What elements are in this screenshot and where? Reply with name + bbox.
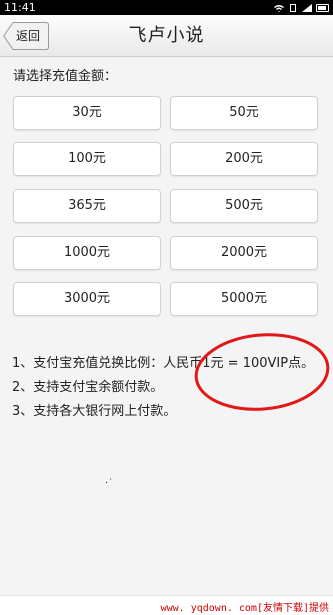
amount-prompt: 请选择充值金额：	[13, 69, 118, 84]
sim-icon	[290, 3, 296, 12]
amount-option-2000[interactable]: 2000元	[170, 236, 318, 270]
status-bar: 11:41	[0, 0, 333, 15]
amount-option-1000[interactable]: 1000元	[13, 236, 161, 270]
battery-icon	[316, 3, 329, 12]
decorative-dots: ·˙	[105, 478, 114, 489]
annotation-circle	[194, 333, 330, 411]
page-title: 飞卢小说	[128, 25, 205, 46]
status-icons	[274, 0, 329, 15]
amount-option-50[interactable]: 50元	[170, 96, 318, 130]
amount-option-3000[interactable]: 3000元	[13, 282, 161, 316]
watermark: www. yqdown. com[友情下载]提供	[160, 603, 329, 614]
wifi-icon	[274, 4, 284, 12]
amount-option-5000[interactable]: 5000元	[170, 282, 318, 316]
amount-option-365[interactable]: 365元	[13, 189, 161, 223]
amount-option-500[interactable]: 500元	[170, 189, 318, 223]
amount-option-30[interactable]: 30元	[13, 96, 161, 130]
signal-icon	[302, 3, 312, 12]
amount-option-200[interactable]: 200元	[170, 142, 318, 176]
amount-option-100[interactable]: 100元	[13, 142, 161, 176]
status-time: 11:41	[4, 1, 36, 14]
title-bar: 返回 飞卢小说	[0, 15, 333, 57]
footer: www. yqdown. com[友情下载]提供	[0, 595, 333, 615]
